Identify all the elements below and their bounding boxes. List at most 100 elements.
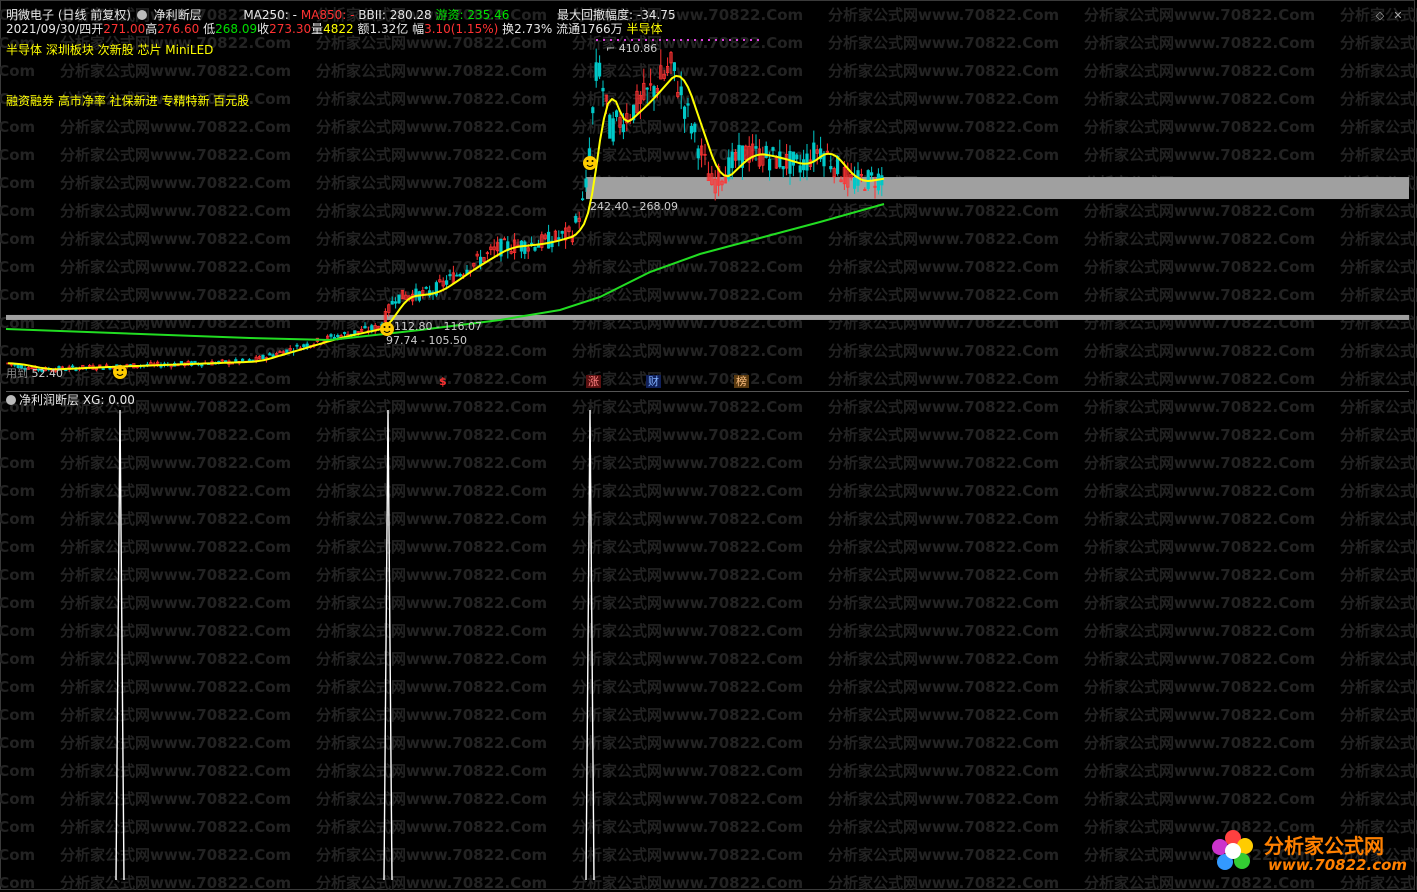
candle-body	[455, 274, 459, 277]
header-row: 明微电子 (日线 前复权) 净利断层 MA250: - MA850: - BBI…	[6, 8, 676, 22]
smiley-face	[583, 156, 597, 170]
volume-label: 量	[311, 22, 324, 36]
event-marker-cai-text: 财	[648, 375, 659, 388]
ma250-label: MA250: -	[243, 8, 297, 22]
peak-price-value: 410.86	[618, 42, 658, 55]
signal-dot	[722, 39, 724, 41]
candle-body	[234, 359, 238, 362]
signal-dot	[617, 39, 619, 41]
quote-float: 流通1766万	[556, 22, 623, 36]
amp-label: 幅	[412, 22, 425, 36]
candle-body	[268, 353, 272, 356]
candle-body	[853, 177, 857, 189]
quote-amount: 额1.32亿	[357, 22, 409, 36]
smiley-icon	[113, 365, 127, 379]
candle-body	[754, 146, 758, 149]
candle-body	[645, 87, 649, 90]
candle-body	[880, 175, 884, 186]
quote-low: 268.09	[215, 22, 258, 36]
candle-body	[608, 114, 612, 139]
event-marker-zhang-text: 涨	[588, 375, 599, 388]
candle-body	[737, 144, 741, 161]
smiley-face	[113, 365, 127, 379]
sub-panel-header: 净利润断层 XG: 0.00	[6, 393, 135, 407]
ma850-label: MA850: -	[300, 8, 355, 22]
peak-price-label: ⌐ 410.86	[606, 42, 658, 55]
smiley-eye	[116, 369, 119, 371]
candle-body	[611, 118, 615, 142]
settings-circle-icon[interactable]	[136, 10, 147, 20]
candle-body	[781, 166, 785, 170]
candle-body	[788, 151, 792, 174]
candle-body	[397, 294, 401, 304]
candle-body	[771, 147, 775, 151]
stock-title[interactable]: 明微电子 (日线 前复权)	[6, 8, 131, 22]
youzi-label: 游资: 235.46	[435, 8, 510, 22]
candle-body	[672, 62, 677, 72]
candle-body	[247, 359, 251, 362]
candle-body	[621, 124, 626, 133]
bbii-label: BBII: 280.28	[358, 8, 432, 22]
signal-dot	[750, 39, 752, 41]
quote-amp: 3.10(1.15%)	[424, 22, 499, 36]
quote-sector[interactable]: 半导体	[626, 22, 662, 36]
tag-line-1[interactable]: 半导体 深圳板块 次新股 芯片 MiniLED	[6, 43, 213, 57]
quote-open: 271.00	[103, 22, 146, 36]
tag-line-2[interactable]: 融资融券 高市净率 社保新进 专精特新 百元股	[6, 94, 249, 108]
candle-body	[560, 231, 564, 234]
candle-body	[615, 110, 619, 117]
signal-dot	[610, 39, 612, 41]
signal-dot	[638, 39, 640, 41]
candle-body	[390, 300, 394, 305]
candle-body	[574, 216, 578, 223]
smiley-eye	[388, 326, 391, 328]
price-chart[interactable]	[0, 0, 1417, 392]
sub-settings-circle-icon[interactable]	[6, 395, 16, 405]
bottom-price-label: 用到 52.40	[4, 367, 65, 380]
high-label: 高	[145, 22, 158, 36]
signal-dot	[659, 39, 661, 41]
candle-body	[240, 358, 245, 362]
candle-body	[791, 151, 796, 166]
open-label: 开	[91, 22, 104, 36]
event-marker-cai[interactable]: 财	[646, 375, 661, 388]
quote-row: 2021/09/30/四开271.00高276.60 低268.09收273.3…	[6, 22, 662, 36]
sub-panel-value: XG: 0.00	[82, 393, 135, 407]
quote-turnover: 换2.73%	[502, 22, 553, 36]
event-marker-bang-text: 榜	[736, 375, 747, 388]
smiley-eye	[121, 369, 124, 371]
expand-icon[interactable]: ◇	[1374, 10, 1386, 21]
candle-body	[812, 142, 816, 163]
candle-body	[342, 332, 347, 334]
candle-body	[798, 165, 802, 173]
event-marker-dollar[interactable]: $	[437, 375, 449, 388]
candle-body	[778, 151, 782, 168]
candle-body	[523, 241, 527, 254]
logo-name: 分析家公式网	[1264, 834, 1384, 858]
candle-body	[329, 334, 333, 337]
event-marker-zhang[interactable]: 涨	[586, 375, 601, 388]
flower-logo-icon	[1212, 830, 1253, 870]
candle-body	[101, 368, 105, 370]
logo-url: www.70822.com	[1268, 856, 1408, 874]
smiley-eye	[383, 326, 386, 328]
candle-body	[693, 123, 697, 133]
candle-body	[533, 246, 537, 251]
candle-body	[866, 170, 870, 189]
candle-body	[581, 198, 585, 201]
event-marker-bang[interactable]: 榜	[734, 375, 749, 388]
sub-panel-title[interactable]: 净利润断层	[19, 393, 79, 407]
signal-dot	[708, 39, 710, 41]
candle-body	[458, 274, 462, 277]
signal-dot	[736, 39, 738, 41]
panel-divider[interactable]	[6, 391, 1409, 392]
candle-body	[594, 62, 598, 81]
candle-body	[598, 62, 602, 77]
indicator-title[interactable]: 净利断层	[154, 8, 202, 22]
signal-dot	[645, 39, 647, 41]
close-icon[interactable]: ✕	[1392, 10, 1404, 21]
quote-close: 273.30	[269, 22, 312, 36]
zone-high-label: 242.40 - 268.09	[590, 200, 678, 213]
candle-body	[795, 154, 799, 160]
candle-body	[689, 125, 694, 134]
